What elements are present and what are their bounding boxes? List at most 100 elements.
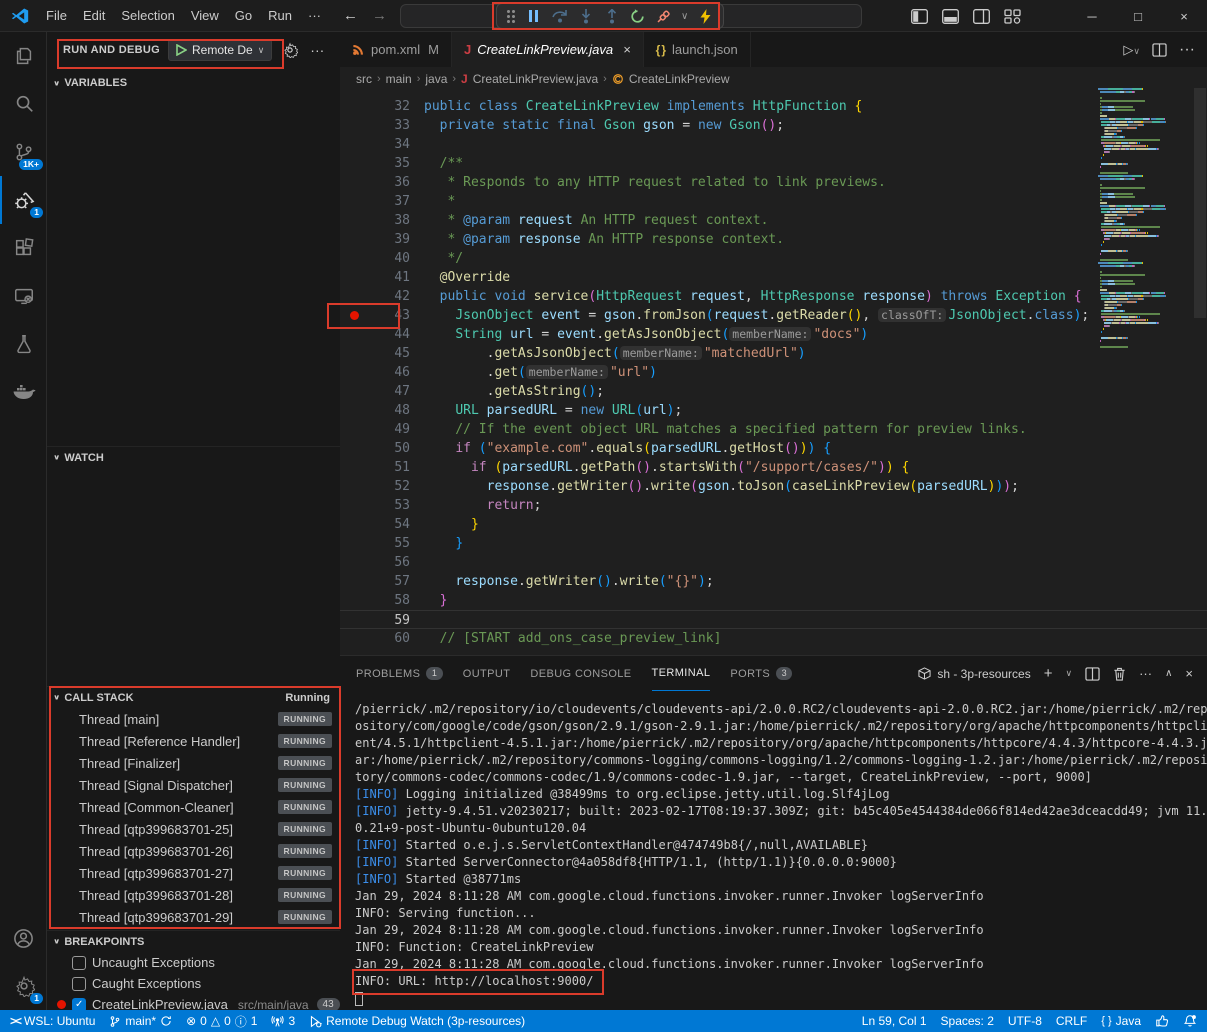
call-stack-thread[interactable]: Thread [Finalizer]RUNNING	[47, 752, 340, 774]
code-line-41[interactable]: 41 @Override	[340, 268, 1207, 287]
breakpoint-checkbox[interactable]	[72, 956, 86, 970]
variables-section-header[interactable]: ∨ VARIABLES	[47, 72, 340, 94]
code-line-37[interactable]: 37 *	[340, 192, 1207, 211]
code-line-36[interactable]: 36 * Responds to any HTTP request relate…	[340, 173, 1207, 192]
terminal-dropdown-chevron-icon[interactable]: ∨	[1065, 668, 1072, 679]
explorer-icon[interactable]	[0, 32, 47, 80]
tab-output[interactable]: OUTPUT	[463, 656, 511, 691]
forward-arrow-icon[interactable]: →	[372, 7, 387, 24]
menu-file[interactable]: File	[38, 4, 75, 27]
call-stack-thread[interactable]: Thread [qtp399683701-29]RUNNING	[47, 906, 340, 928]
code-line-47[interactable]: 47 .getAsString();	[340, 382, 1207, 401]
testing-icon[interactable]	[0, 320, 47, 368]
code-line-60[interactable]: 60 // [START add_ons_case_preview_link]	[340, 629, 1207, 648]
code-line-58[interactable]: 58 }	[340, 591, 1207, 610]
call-stack-section-header[interactable]: ∨ CALL STACK Running	[47, 686, 340, 708]
call-stack-thread[interactable]: Thread [qtp399683701-28]RUNNING	[47, 884, 340, 906]
code-line-51[interactable]: 51 if (parsedURL.getPath().startsWith("/…	[340, 458, 1207, 477]
terminal-output[interactable]: /pierrick/.m2/repository/io/cloudevents/…	[340, 696, 1207, 1010]
terminal-instance-label[interactable]: sh - 3p-resources	[918, 667, 1030, 681]
menu-go[interactable]: Go	[227, 4, 260, 27]
debug-gear-icon[interactable]	[282, 42, 298, 58]
run-java-icon[interactable]: ▷∨	[1123, 42, 1140, 58]
split-terminal-icon[interactable]	[1085, 667, 1100, 681]
search-icon[interactable]	[0, 80, 47, 128]
code-line-35[interactable]: 35 /**	[340, 154, 1207, 173]
code-line-59[interactable]: 59	[340, 610, 1207, 629]
code-line-53[interactable]: 53 return;	[340, 496, 1207, 515]
run-and-debug-icon[interactable]: 1	[0, 176, 47, 224]
problems-indicator[interactable]: ⊗0 △0 ⓘ1	[179, 1010, 264, 1032]
step-out-button[interactable]	[603, 8, 620, 25]
call-stack-thread[interactable]: Thread [main]RUNNING	[47, 708, 340, 730]
git-branch-indicator[interactable]: main*	[102, 1010, 179, 1032]
debug-dropdown-chevron-icon[interactable]: ∨	[681, 11, 688, 22]
sidebar-more-actions-icon[interactable]: ···	[310, 42, 324, 58]
remote-explorer-icon[interactable]	[0, 272, 47, 320]
code-line-39[interactable]: 39 * @param response An HTTP response co…	[340, 230, 1207, 249]
step-over-button[interactable]	[551, 8, 568, 25]
minimize-button[interactable]: ─	[1069, 0, 1115, 32]
extensions-icon[interactable]	[0, 224, 47, 272]
eol-setting[interactable]: CRLF	[1049, 1010, 1094, 1032]
code-line-50[interactable]: 50 if ("example.com".equals(parsedURL.ge…	[340, 439, 1207, 458]
remote-indicator[interactable]: >< WSL: Ubuntu	[0, 1010, 102, 1032]
code-line-54[interactable]: 54 }	[340, 515, 1207, 534]
breadcrumb-item[interactable]: src	[356, 72, 372, 86]
breakpoint-item[interactable]: Uncaught Exceptions	[47, 952, 340, 973]
call-stack-thread[interactable]: Thread [Common-Cleaner]RUNNING	[47, 796, 340, 818]
code-line-46[interactable]: 46 .get(memberName:"url")	[340, 363, 1207, 382]
new-terminal-icon[interactable]: +	[1044, 665, 1053, 682]
call-stack-thread[interactable]: Thread [qtp399683701-27]RUNNING	[47, 862, 340, 884]
feedback-indicator[interactable]	[1148, 1010, 1176, 1032]
minimap[interactable]	[1098, 88, 1190, 388]
code-line-43[interactable]: 43 JsonObject event = gson.fromJson(requ…	[340, 306, 1207, 325]
call-stack-thread[interactable]: Thread [Signal Dispatcher]RUNNING	[47, 774, 340, 796]
indentation-setting[interactable]: Spaces: 2	[934, 1010, 1001, 1032]
customize-layout-icon[interactable]	[1004, 9, 1021, 24]
editor-scrollbar[interactable]	[1194, 88, 1206, 318]
code-line-32[interactable]: 32public class CreateLinkPreview impleme…	[340, 97, 1207, 116]
breadcrumb-item[interactable]: CreateLinkPreview.java	[473, 72, 598, 86]
menu-selection[interactable]: Selection	[113, 4, 182, 27]
docker-icon[interactable]	[0, 368, 47, 416]
language-mode[interactable]: { } Java	[1094, 1010, 1148, 1032]
code-line-49[interactable]: 49 // If the event object URL matches a …	[340, 420, 1207, 439]
menu-view[interactable]: View	[183, 4, 227, 27]
code-line-40[interactable]: 40 */	[340, 249, 1207, 268]
start-debug-icon[interactable]	[176, 44, 187, 56]
code-line-57[interactable]: 57 response.getWriter().write("{}");	[340, 572, 1207, 591]
code-line-34[interactable]: 34	[340, 135, 1207, 154]
kill-terminal-trash-icon[interactable]	[1113, 667, 1126, 681]
split-editor-icon[interactable]	[1152, 43, 1167, 57]
breakpoint-checkbox[interactable]	[72, 977, 86, 991]
breadcrumb-item[interactable]: CreateLinkPreview	[629, 72, 730, 86]
menu-run[interactable]: Run	[260, 4, 300, 27]
disconnect-button[interactable]	[655, 8, 672, 25]
code-line-33[interactable]: 33 private static final Gson gson = new …	[340, 116, 1207, 135]
code-line-55[interactable]: 55 }	[340, 534, 1207, 553]
pause-button[interactable]	[525, 8, 542, 25]
launch-config-dropdown[interactable]: Remote De ∨	[168, 39, 272, 61]
toggle-panel-icon[interactable]	[942, 9, 959, 24]
tab-createlinkpreview-java[interactable]: J CreateLinkPreview.java ×	[452, 32, 644, 67]
call-stack-thread[interactable]: Thread [qtp399683701-26]RUNNING	[47, 840, 340, 862]
tab-pom-xml[interactable]: pom.xml M	[340, 32, 452, 67]
menu-edit[interactable]: Edit	[75, 4, 113, 27]
breadcrumb-item[interactable]: main	[386, 72, 412, 86]
menu-[interactable]: ···	[300, 4, 329, 27]
tab-debug-console[interactable]: DEBUG CONSOLE	[530, 656, 631, 691]
hot-code-replace-button[interactable]	[697, 8, 714, 25]
panel-more-actions-icon[interactable]: ···	[1139, 666, 1152, 681]
editor-more-actions-icon[interactable]: ···	[1179, 41, 1195, 59]
maximize-button[interactable]: □	[1115, 0, 1161, 32]
breakpoints-section-header[interactable]: ∨ BREAKPOINTS	[47, 930, 340, 952]
code-line-48[interactable]: 48 URL parsedURL = new URL(url);	[340, 401, 1207, 420]
close-tab-icon[interactable]: ×	[623, 42, 631, 57]
code-line-42[interactable]: 42 public void service(HttpRequest reque…	[340, 287, 1207, 306]
call-stack-thread[interactable]: Thread [qtp399683701-25]RUNNING	[47, 818, 340, 840]
breadcrumb-item[interactable]: java	[425, 72, 447, 86]
code-line-56[interactable]: 56	[340, 553, 1207, 572]
tab-terminal[interactable]: TERMINAL	[652, 656, 711, 691]
breakpoint-item[interactable]: Caught Exceptions	[47, 973, 340, 994]
